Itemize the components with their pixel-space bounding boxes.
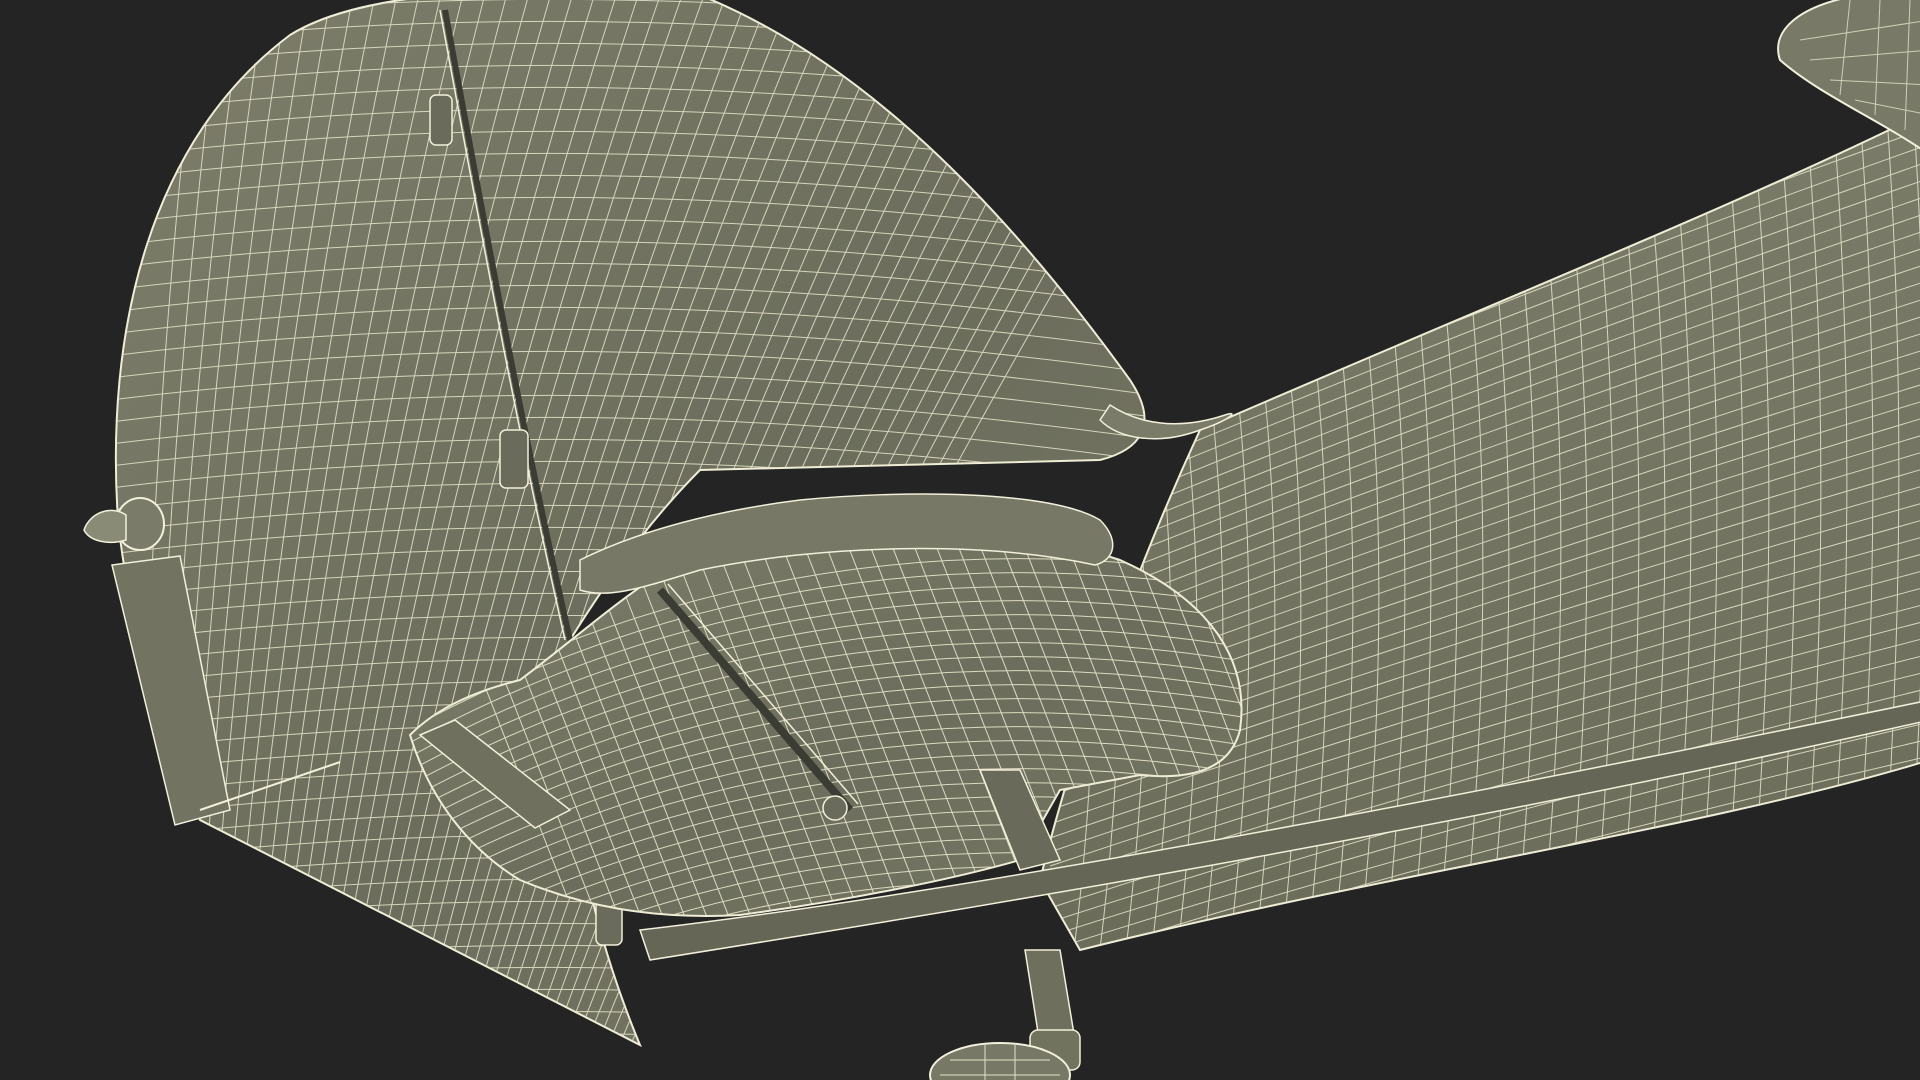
tail-wheel-assembly: [929, 949, 1081, 1080]
render-viewport: [0, 0, 1920, 1080]
tail-light: [83, 497, 165, 551]
hinge-bracket: [499, 429, 529, 489]
hinge-pin: [822, 795, 848, 821]
far-horizontal-stabilizer: [1777, 0, 1920, 150]
hinge-bracket: [429, 94, 453, 146]
aircraft-tail-render: [83, 0, 1920, 1080]
